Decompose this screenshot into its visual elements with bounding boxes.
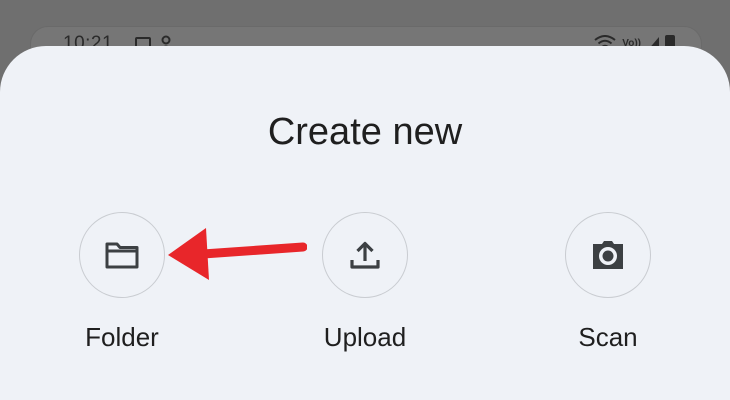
upload-label: Upload xyxy=(323,322,407,352)
scan-label: Scan xyxy=(578,322,638,352)
camera-icon xyxy=(593,241,623,269)
folder-button[interactable] xyxy=(79,212,165,298)
folder-label: Folder xyxy=(85,322,159,352)
upload-button[interactable] xyxy=(322,212,408,298)
scan-button[interactable] xyxy=(565,212,651,298)
annotation-arrow-icon xyxy=(168,228,307,280)
option-scan[interactable]: Scan xyxy=(523,212,693,353)
create-new-sheet: Create new Folder Upload Scan xyxy=(0,46,730,400)
folder-icon xyxy=(105,242,139,269)
upload-icon xyxy=(350,241,380,269)
sheet-title: Create new xyxy=(267,111,463,153)
